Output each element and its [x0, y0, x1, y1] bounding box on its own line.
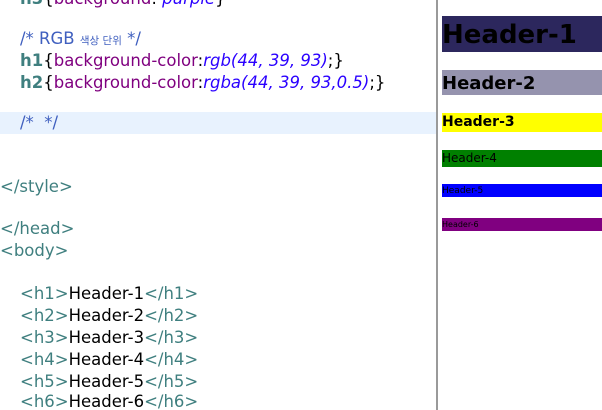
tag-head-close: </head> — [0, 219, 75, 238]
preview-header-2: Header-2 — [442, 70, 602, 95]
selector-h3: h3 — [20, 0, 43, 8]
code-line-h3-element: <h3>Header-3</h3> — [20, 327, 436, 349]
code-line-current[interactable]: /* */ — [0, 112, 436, 134]
colon: : — [151, 0, 162, 8]
element-text: Header-2 — [68, 306, 145, 325]
tag-style-close: </style> — [0, 177, 73, 196]
preview-header-1: Header-1 — [442, 16, 602, 52]
property-name: background-color — [53, 73, 198, 92]
brace-close: } — [333, 51, 344, 70]
code-line-style-close: </style> — [0, 176, 436, 198]
code-line-h2-element: <h2>Header-2</h2> — [20, 305, 436, 327]
code-line-head-close: </head> — [0, 218, 436, 240]
tag-close: </h6> — [144, 392, 199, 410]
tag-open: <h2> — [20, 306, 69, 325]
brace-open: { — [43, 73, 54, 92]
comment-korean-text: 색상 단위 — [79, 35, 122, 47]
element-text: Header-3 — [68, 328, 145, 347]
browser-preview: Header-1 Header-2 Header-3 Header-4 Head… — [438, 0, 602, 410]
preview-header-4: Header-4 — [442, 150, 602, 167]
element-text: Header-5 — [68, 372, 145, 391]
code-editor[interactable]: h3{background: purple} /* RGB 색상 단위 */ h… — [0, 0, 436, 410]
brace-close: } — [374, 73, 386, 92]
code-line-h1-rule: h1{background-color:rgb(44, 39, 93);} — [20, 50, 436, 72]
code-line-h2-rule: h2{background-color:rgba(44, 39, 93,0.5)… — [20, 72, 436, 94]
comment-close: */ — [121, 29, 141, 48]
tag-close: </h1> — [144, 284, 199, 303]
code-line-h4-element: <h4>Header-4</h4> — [20, 349, 436, 371]
preview-header-6: Header-6 — [442, 218, 602, 231]
brace-open: { — [43, 51, 54, 70]
preview-header-5: Header-5 — [442, 184, 602, 197]
tag-close: </h3> — [144, 328, 199, 347]
property-value: rgb(44, 39, 93) — [203, 51, 328, 70]
tag-open: <h4> — [20, 350, 69, 369]
brace-open: { — [43, 0, 54, 8]
code-line-h6-element: <h6>Header-6</h6> — [20, 391, 436, 410]
element-text: Header-4 — [68, 350, 145, 369]
tag-close: </h2> — [144, 306, 199, 325]
property-name: background — [54, 0, 152, 8]
tag-close: </h5> — [144, 372, 199, 391]
tag-open: <h1> — [20, 284, 69, 303]
tag-open: <h3> — [20, 328, 69, 347]
brace-close: } — [215, 0, 226, 8]
preview-header-3: Header-3 — [442, 113, 602, 132]
tag-body-open: <body> — [0, 241, 69, 260]
property-value: purple — [162, 0, 215, 8]
code-line-h5-element: <h5>Header-5</h5> — [20, 371, 436, 393]
property-value: rgba(44, 39, 93,0.5) — [203, 73, 370, 92]
code-line-h1-element: <h1>Header-1</h1> — [20, 283, 436, 305]
tag-open: <h6> — [20, 392, 69, 410]
code-line-body-open: <body> — [0, 240, 436, 262]
comment-open: /* RGB — [20, 29, 80, 48]
empty-comment: /* */ — [20, 113, 59, 132]
property-name: background-color — [53, 51, 198, 70]
tag-open: <h5> — [20, 372, 69, 391]
code-line-h3-rule: h3{background: purple} — [20, 0, 436, 10]
tag-close: </h4> — [144, 350, 199, 369]
code-line-comment-rgb: /* RGB 색상 단위 */ — [20, 28, 436, 50]
selector-h2: h2 — [20, 73, 44, 92]
element-text: Header-1 — [68, 284, 145, 303]
selector-h1: h1 — [20, 51, 44, 70]
element-text: Header-6 — [68, 392, 145, 410]
